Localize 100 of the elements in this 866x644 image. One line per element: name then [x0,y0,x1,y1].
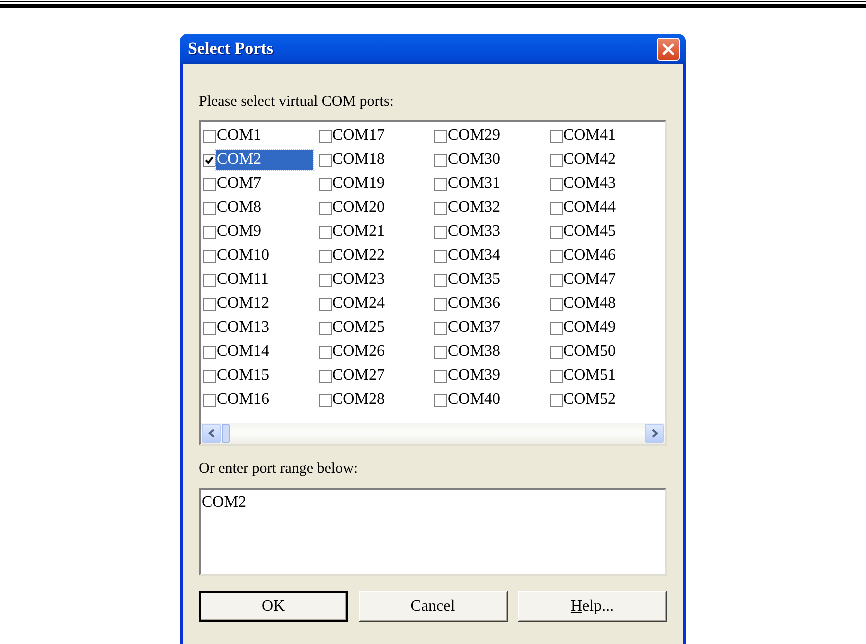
checkbox[interactable] [550,394,562,406]
port-item[interactable]: COM25 [332,318,386,338]
port-item[interactable]: COM18 [332,150,386,170]
checkbox[interactable] [203,226,216,238]
port-item[interactable]: COM37 [447,318,502,338]
checkbox[interactable] [434,178,447,190]
checkbox[interactable] [318,130,332,142]
checkbox[interactable] [550,370,562,382]
checkbox[interactable] [318,226,332,238]
port-item[interactable]: COM2 [216,150,313,170]
scrollbar-thumb[interactable] [222,424,230,443]
port-item[interactable]: COM33 [447,222,502,242]
close-button[interactable] [657,38,680,60]
port-item[interactable]: COM20 [332,198,386,218]
checkbox[interactable] [434,130,447,142]
horizontal-scrollbar[interactable] [201,423,665,444]
port-item[interactable]: COM52 [562,390,617,410]
checkbox[interactable] [318,250,332,262]
checkbox[interactable] [318,322,332,334]
port-item[interactable]: COM19 [332,174,386,194]
port-item[interactable]: COM17 [332,126,386,146]
checkbox[interactable] [434,154,447,166]
checkbox[interactable] [550,130,562,142]
port-item[interactable]: COM31 [447,174,502,194]
checkbox[interactable] [550,154,562,166]
port-item[interactable]: COM43 [562,174,617,194]
port-item[interactable]: COM8 [216,198,262,218]
checkbox[interactable] [550,250,562,262]
checkbox[interactable] [203,274,216,286]
port-item[interactable]: COM1 [216,126,262,146]
port-item[interactable]: COM15 [216,366,270,386]
port-item[interactable]: COM22 [332,246,386,266]
port-item[interactable]: COM38 [447,342,502,362]
checkbox[interactable] [550,274,562,286]
port-item[interactable]: COM24 [332,294,386,314]
port-item[interactable]: COM32 [447,198,502,218]
port-item[interactable]: COM49 [562,318,617,338]
checkbox[interactable] [203,154,216,166]
port-item[interactable]: COM29 [447,126,502,146]
port-item[interactable]: COM35 [447,270,502,290]
port-item[interactable]: COM11 [216,270,270,290]
port-item[interactable]: COM36 [447,294,502,314]
port-item[interactable]: COM34 [447,246,502,266]
dialog-button[interactable]: Cancel [358,591,508,622]
checkbox[interactable] [434,346,447,358]
checkbox[interactable] [203,322,216,334]
checkbox[interactable] [434,202,447,214]
checkbox[interactable] [318,346,332,358]
port-item[interactable]: COM26 [332,342,386,362]
checkbox[interactable] [318,394,332,406]
checkbox[interactable] [203,370,216,382]
checkbox[interactable] [203,178,216,190]
checkbox[interactable] [318,370,332,382]
port-item[interactable]: COM23 [332,270,386,290]
port-item[interactable]: COM14 [216,342,270,362]
port-item[interactable]: COM12 [216,294,270,314]
checkbox[interactable] [434,226,447,238]
checkbox[interactable] [550,226,562,238]
checkbox[interactable] [434,370,447,382]
port-item[interactable]: COM16 [216,390,270,410]
checkbox[interactable] [318,274,332,286]
port-item[interactable]: COM21 [332,222,386,242]
checkbox[interactable] [550,298,562,310]
port-item[interactable]: COM46 [562,246,617,266]
port-item[interactable]: COM48 [562,294,617,314]
port-item[interactable]: COM10 [216,246,270,266]
port-item[interactable]: COM41 [562,126,617,146]
checkbox[interactable] [550,202,562,214]
checkbox[interactable] [203,394,216,406]
checkbox[interactable] [550,178,562,190]
checkbox[interactable] [550,346,562,358]
checkbox[interactable] [434,298,447,310]
scroll-left-button[interactable] [202,424,221,443]
checkbox[interactable] [203,130,216,142]
checkbox[interactable] [318,202,332,214]
port-item[interactable]: COM9 [216,222,262,242]
port-item[interactable]: COM47 [562,270,617,290]
checkbox[interactable] [203,346,216,358]
port-item[interactable]: COM50 [562,342,617,362]
checkbox[interactable] [434,274,447,286]
port-item[interactable]: COM42 [562,150,617,170]
port-item[interactable]: COM44 [562,198,617,218]
port-range-field[interactable]: COM2 [199,488,667,576]
checkbox[interactable] [318,154,332,166]
port-item[interactable]: COM13 [216,318,270,338]
port-item[interactable]: COM51 [562,366,617,386]
dialog-button[interactable]: OK [199,591,348,622]
port-item[interactable]: COM28 [332,390,386,410]
port-item[interactable]: COM40 [447,390,502,410]
checkbox[interactable] [203,250,216,262]
port-item[interactable]: COM45 [562,222,617,242]
checkbox[interactable] [434,394,447,406]
scroll-right-button[interactable] [645,424,664,443]
port-item[interactable]: COM30 [447,150,502,170]
port-item[interactable]: COM7 [216,174,262,194]
checkbox[interactable] [318,178,332,190]
checkbox[interactable] [203,202,216,214]
port-item[interactable]: COM27 [332,366,386,386]
checkbox[interactable] [434,322,447,334]
checkbox[interactable] [318,298,332,310]
